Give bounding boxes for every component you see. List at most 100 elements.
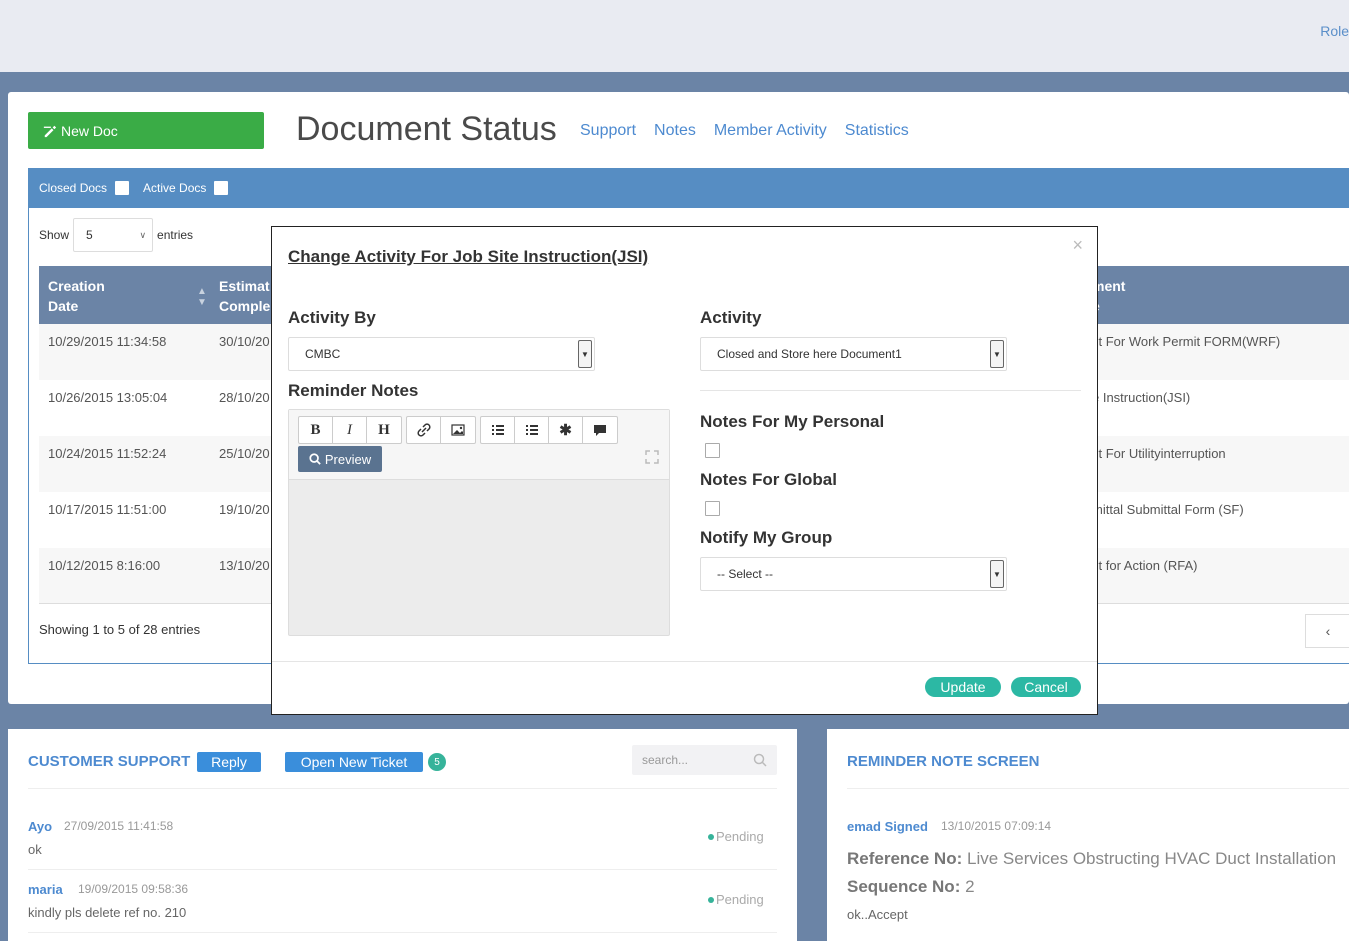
closed-docs-checkbox[interactable] <box>115 181 130 195</box>
reference-label: Reference No: <box>847 849 963 868</box>
cell-created: 10/24/2015 11:52:24 <box>48 446 167 461</box>
unordered-list-icon[interactable] <box>481 417 515 443</box>
activity-by-select[interactable]: CMBC ▼ <box>288 337 595 371</box>
nav-support[interactable]: Support <box>580 122 636 140</box>
message-author[interactable]: Ayo <box>28 819 52 834</box>
message-text: kindly pls delete ref no. 210 <box>28 905 187 920</box>
reference-value: Live Services Obstructing HVAC Duct Inst… <box>967 849 1337 868</box>
support-heading: CUSTOMER SUPPORT <box>28 753 191 770</box>
message-time: 19/09/2015 09:58:36 <box>78 882 189 896</box>
search-icon <box>309 453 321 465</box>
reminder-notes-editor[interactable]: B I H ✱ Preview <box>288 409 670 636</box>
cell-estimated: 30/10/20 <box>219 334 270 349</box>
message-author[interactable]: maria <box>28 882 63 897</box>
reminder-time: 13/10/2015 07:09:14 <box>941 819 1052 833</box>
cell-document: st for Action (RFA) <box>1092 558 1198 573</box>
cancel-button[interactable]: Cancel <box>1011 677 1081 697</box>
heading-icon[interactable]: H <box>367 417 401 443</box>
notes-personal-checkbox[interactable] <box>705 443 720 458</box>
activity-select[interactable]: Closed and Store here Document1 ▼ <box>700 337 1007 371</box>
notes-global-label: Notes For Global <box>700 470 837 489</box>
cell-document: st For Utilityinterruption <box>1092 446 1226 461</box>
nav-member-activity[interactable]: Member Activity <box>714 122 827 140</box>
message-time: 27/09/2015 11:41:58 <box>64 819 174 833</box>
sequence-label: Sequence No: <box>847 877 961 896</box>
table-info: Showing 1 to 5 of 28 entries <box>39 622 201 637</box>
filter-bar: Closed Docs Active Docs <box>28 168 1349 208</box>
entries-select[interactable]: 5 ∨ <box>73 218 154 252</box>
notes-personal-label: Notes For My Personal <box>700 412 885 431</box>
preview-button[interactable]: Preview <box>298 446 382 472</box>
divider <box>28 869 777 870</box>
ticket-count-badge: 5 <box>428 753 446 771</box>
ordered-list-icon[interactable] <box>515 417 549 443</box>
activity-by-value: CMBC <box>305 347 341 361</box>
reminder-note-text: ok..Accept <box>847 907 908 922</box>
chevron-down-icon: ∨ <box>139 229 147 240</box>
status-dot-icon <box>708 896 714 903</box>
header-line: Creation <box>48 278 105 294</box>
header-estimated-completion[interactable]: Estimat Comple <box>219 276 270 316</box>
cell-estimated: 13/10/20 <box>219 558 270 573</box>
dropdown-arrow-icon: ▼ <box>990 340 1004 368</box>
change-activity-modal: × Change Activity For Job Site Instructi… <box>271 226 1098 715</box>
nav-statistics[interactable]: Statistics <box>845 122 909 140</box>
status-badge: Pending <box>708 829 764 844</box>
image-icon[interactable] <box>441 417 475 443</box>
active-docs-checkbox[interactable] <box>214 181 229 195</box>
cell-estimated: 19/10/20 <box>219 502 270 517</box>
cell-estimated: 25/10/20 <box>219 446 270 461</box>
header-creation-date[interactable]: Creation Date <box>48 276 105 316</box>
reminder-note-panel: REMINDER NOTE SCREEN emad Signed 13/10/2… <box>827 729 1349 941</box>
asterisk-icon[interactable]: ✱ <box>549 417 583 443</box>
reminder-heading: REMINDER NOTE SCREEN <box>847 753 1040 770</box>
header-line: Comple <box>219 298 271 314</box>
cell-created: 10/26/2015 13:05:04 <box>48 390 168 405</box>
sequence-line: Sequence No: 2 <box>847 877 975 897</box>
preview-label: Preview <box>324 451 372 467</box>
notify-group-select[interactable]: -- Select -- ▼ <box>700 557 1007 591</box>
activity-by-label: Activity By <box>288 308 376 327</box>
activity-value: Closed and Store here Document1 <box>717 347 902 361</box>
close-icon[interactable]: × <box>1072 235 1083 256</box>
show-label: Show <box>39 228 70 242</box>
insert-group <box>406 416 476 444</box>
reference-line: Reference No: Live Services Obstructing … <box>847 849 1336 869</box>
search-placeholder: search... <box>642 753 689 767</box>
entries-control: Show 5 ∨ entries <box>39 218 193 252</box>
entries-label: entries <box>157 228 194 242</box>
reminder-notes-label: Reminder Notes <box>288 381 419 400</box>
sort-icon[interactable]: ▲ ▼ <box>197 286 207 308</box>
edit-icon <box>43 125 57 137</box>
fullscreen-icon[interactable] <box>645 450 659 467</box>
bold-icon[interactable]: B <box>299 417 333 443</box>
link-icon[interactable] <box>407 417 441 443</box>
divider <box>28 932 777 933</box>
open-new-ticket-button[interactable]: Open New Ticket <box>285 752 423 772</box>
notify-group-label: Notify My Group <box>700 528 833 547</box>
list-group: ✱ <box>480 416 618 444</box>
divider <box>700 390 1081 391</box>
italic-icon[interactable]: I <box>333 417 367 443</box>
update-button[interactable]: Update <box>925 677 1001 697</box>
pager-prev-button[interactable]: ‹ <box>1305 614 1349 648</box>
support-search-input[interactable]: search... <box>632 745 777 775</box>
notify-group-value: -- Select -- <box>717 567 774 581</box>
cell-document: st For Work Permit FORM(WRF) <box>1092 334 1281 349</box>
status-text: Pending <box>716 829 764 844</box>
reminder-author[interactable]: emad Signed <box>847 819 928 834</box>
status-dot-icon <box>708 833 714 840</box>
divider <box>847 788 1349 789</box>
notes-global-checkbox[interactable] <box>705 501 720 516</box>
header-line: Estimat <box>219 278 270 294</box>
comment-icon[interactable] <box>583 417 617 443</box>
page-title: Document Status <box>296 110 557 148</box>
reply-button[interactable]: Reply <box>197 752 261 772</box>
nav-notes[interactable]: Notes <box>654 122 696 140</box>
status-text: Pending <box>716 892 764 907</box>
role-link[interactable]: Role <box>1320 23 1349 39</box>
modal-footer-divider <box>272 661 1097 662</box>
new-doc-button[interactable]: New Doc <box>28 112 264 149</box>
message-text: ok <box>28 842 42 857</box>
cell-document: e Instruction(JSI) <box>1092 390 1191 405</box>
